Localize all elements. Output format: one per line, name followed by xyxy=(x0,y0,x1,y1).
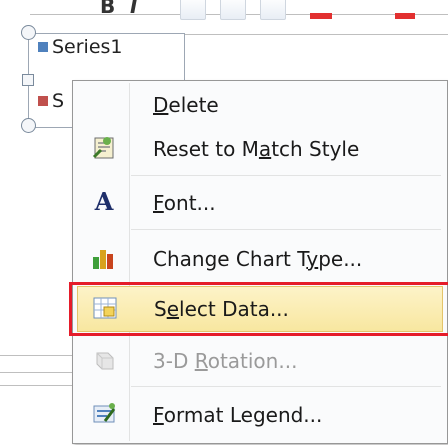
gridline xyxy=(0,385,72,386)
menu-item-label: Format Legend... xyxy=(153,403,323,427)
mini-toolbar: B I xyxy=(30,0,448,34)
align-center-button[interactable] xyxy=(220,0,246,20)
legend-entry-label: Series1 xyxy=(52,36,123,58)
italic-icon[interactable]: I xyxy=(130,0,137,18)
font-color-icon[interactable] xyxy=(310,13,332,19)
series-color-swatch xyxy=(38,42,48,52)
chart-type-icon xyxy=(91,245,117,271)
menu-item-change-chart-type[interactable]: Change Chart Type... xyxy=(77,237,443,281)
menu-item-label: Font... xyxy=(153,191,216,215)
menu-item-delete[interactable]: Delete xyxy=(77,83,443,127)
menu-separator xyxy=(131,229,441,230)
context-menu: Delete Reset to Match Style A Font... Ch… xyxy=(69,80,448,444)
menu-item-label: 3-D Rotation... xyxy=(153,349,298,373)
menu-item-label: Delete xyxy=(153,93,219,117)
menu-item-label: Change Chart Type... xyxy=(153,247,363,271)
legend-entry[interactable]: S xyxy=(38,90,64,112)
font-icon: A xyxy=(94,187,114,216)
menu-item-select-data[interactable]: Select Data... xyxy=(69,282,448,336)
gridline xyxy=(0,355,72,356)
resize-handle[interactable] xyxy=(21,118,36,133)
rotation-3d-icon xyxy=(91,347,117,373)
fill-color-icon[interactable] xyxy=(395,13,415,19)
gridline xyxy=(0,372,72,373)
align-left-button[interactable] xyxy=(180,0,206,20)
menu-item-3d-rotation[interactable]: 3-D Rotation... xyxy=(77,339,443,383)
menu-item-label: Select Data... xyxy=(154,297,289,321)
gridline xyxy=(180,34,448,35)
select-data-icon xyxy=(92,295,118,321)
menu-separator xyxy=(131,175,441,176)
legend-entry[interactable]: Series1 xyxy=(38,36,123,58)
menu-separator xyxy=(131,386,441,387)
menu-item-format-legend[interactable]: Format Legend... xyxy=(77,393,443,437)
menu-item-label: Reset to Match Style xyxy=(153,137,360,161)
series-color-swatch xyxy=(38,96,48,106)
format-legend-icon xyxy=(91,401,117,427)
reset-style-icon xyxy=(91,135,117,161)
bold-icon[interactable]: B xyxy=(100,0,115,18)
menu-item-font[interactable]: A Font... xyxy=(77,181,443,225)
align-right-button[interactable] xyxy=(260,0,286,20)
resize-handle[interactable] xyxy=(21,25,36,40)
menu-item-reset-to-match-style[interactable]: Reset to Match Style xyxy=(77,127,443,171)
resize-handle[interactable] xyxy=(22,74,34,86)
legend-entry-label: S xyxy=(52,90,65,112)
